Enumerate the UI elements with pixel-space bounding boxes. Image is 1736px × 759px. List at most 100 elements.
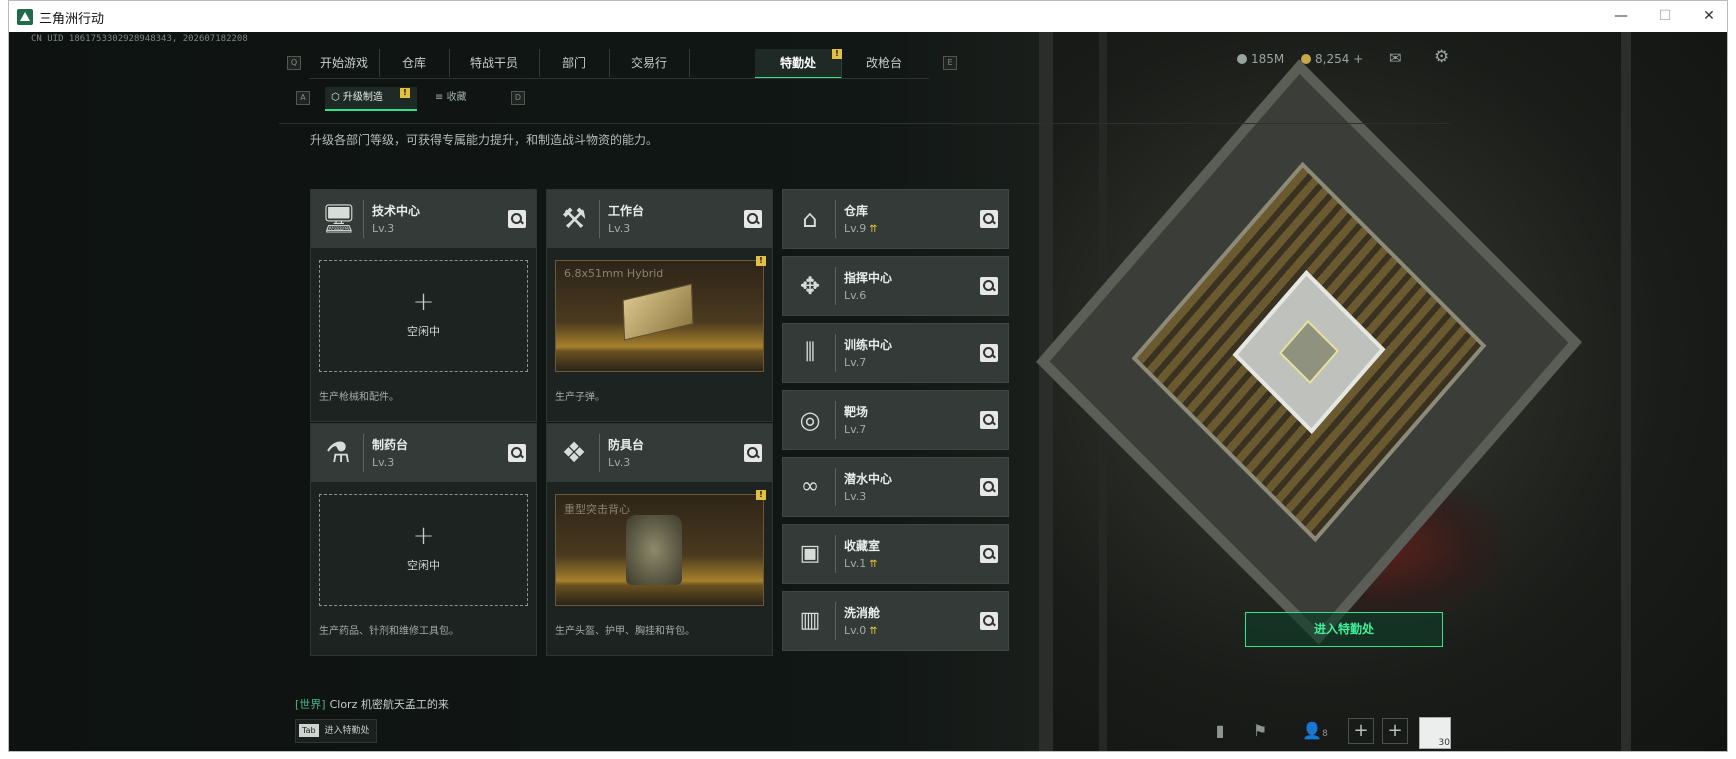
tab-gunsmith[interactable]: 改枪台 [841, 49, 927, 77]
search-icon[interactable] [980, 411, 998, 429]
enter-special-ops-button[interactable]: 进入特勤处 [1245, 612, 1443, 647]
computer-icon: 🖥 [321, 202, 357, 235]
slot-alert-badge: ! [756, 490, 766, 500]
workstation-footer: 生产药品、针剂和维修工具包。 [319, 626, 459, 637]
idle-slot[interactable]: + 空闲中 [319, 494, 528, 606]
idle-status: 空闲中 [407, 325, 440, 338]
facility-warehouse[interactable]: ⌂ 仓库 Lv.9 ⇈ [782, 189, 1009, 249]
search-icon[interactable] [508, 444, 526, 462]
decon-chamber-icon: ▥ [799, 608, 821, 633]
microscope-icon: ⚗ [325, 436, 351, 469]
production-slot[interactable]: 重型突击背心 [555, 494, 764, 606]
avatar[interactable]: 30 [1419, 717, 1451, 749]
subtab-alert-badge: ! [400, 88, 410, 98]
upgrade-arrow-icon: ⇈ [869, 559, 878, 570]
friends-button[interactable]: 👤8 [1295, 720, 1335, 742]
facility-decon-chamber[interactable]: ▥ 洗消舱 Lv.0 ⇈ [782, 591, 1009, 651]
hotkey-d: D [511, 91, 525, 105]
workstation-footer: 生产子弹。 [555, 392, 605, 403]
uid-label: CN UID 1861753302928948343, 202607182208 [31, 34, 248, 44]
search-icon[interactable] [980, 277, 998, 295]
facility-name: 指挥中心 [844, 271, 893, 285]
idle-status: 空闲中 [407, 559, 440, 572]
facility-name: 靶场 [844, 405, 869, 419]
stats-chart-icon[interactable]: ▮ [1209, 720, 1231, 742]
armor-vest-image [626, 515, 682, 585]
dumbbell-icon: ⫼ [804, 340, 816, 365]
workstation-name: 防具台 [608, 438, 645, 452]
search-icon[interactable] [744, 210, 762, 228]
invite-slot-button[interactable]: + [1382, 718, 1408, 744]
game-viewport: CN UID 1861753302928948343, 202607182208… [9, 32, 1727, 751]
facility-name: 收藏室 [844, 539, 881, 553]
maximize-button[interactable]: ☐ [1643, 5, 1687, 27]
search-icon[interactable] [980, 344, 998, 362]
world-chat-line[interactable]: [世界] Clorz 机密航天孟工的来 [295, 696, 449, 712]
workstation-card-armor-bench[interactable]: ❖ 防具台 Lv.3 重型突击背心 ! 生产头盔、护甲、胸挂和背包。 [546, 423, 773, 656]
tab-market[interactable]: 交易行 [609, 49, 690, 77]
tab-operators[interactable]: 特战干员 [449, 49, 540, 77]
workstation-card-pharmacy[interactable]: ⚗ 制药台 Lv.3 + 空闲中 生产药品、针剂和维修工具包。 [310, 423, 537, 656]
workstation-level: Lv.3 [372, 222, 395, 235]
facility-command-center[interactable]: ✥ 指挥中心 Lv.6 [782, 256, 1009, 316]
facility-collection-room[interactable]: ▣ 收藏室 Lv.1 ⇈ [782, 524, 1009, 584]
plus-icon: + [412, 287, 435, 317]
facility-name: 潜水中心 [844, 472, 893, 486]
tab-warehouse[interactable]: 仓库 [379, 49, 450, 77]
hexagon-icon: ⬡ [331, 92, 343, 103]
workstation-footer: 生产头盔、护甲、胸挂和背包。 [555, 626, 695, 637]
tab-hint-button[interactable]: Tab 进入特勤处 [295, 719, 377, 743]
facility-level: Lv.7 [844, 356, 867, 369]
workstation-card-tech-center[interactable]: 🖥 技术中心 Lv.3 + 空闲中 生产枪械和配件。 [310, 189, 537, 422]
chat-user: Clorz [329, 698, 358, 711]
facility-shooting-range[interactable]: ◎ 靶场 Lv.7 [782, 390, 1009, 450]
subtab-label: 收藏 [446, 92, 467, 103]
tab-start-game[interactable]: 开始游戏 [309, 49, 380, 77]
game-window: 三角洲行动 — ☐ ✕ CN UID 1861753302928948343, … [8, 0, 1728, 752]
facility-level: Lv.3 [844, 490, 867, 503]
search-icon[interactable] [980, 612, 998, 630]
trophy-case-icon: ▣ [799, 541, 821, 566]
workstation-card-workbench[interactable]: ⚒ 工作台 Lv.3 6.8x51mm Hybrid ! 生产子弹。 [546, 189, 773, 422]
tab-special-ops[interactable]: 特勤处 [755, 49, 842, 79]
tab-key: Tab [299, 724, 319, 737]
search-icon[interactable] [980, 478, 998, 496]
product-name: 重型突击背心 [564, 503, 630, 516]
upgrade-arrow-icon: ⇈ [869, 224, 878, 235]
facility-training-center[interactable]: ⫼ 训练中心 Lv.7 [782, 323, 1009, 383]
subtab-collection[interactable]: ≡ 收藏 [429, 87, 497, 109]
facility-diving-center[interactable]: ∞ 潜水中心 Lv.3 [782, 457, 1009, 517]
subtab-label: 升级制造 [342, 92, 383, 103]
search-icon[interactable] [980, 545, 998, 563]
cubes-icon: ❖ [561, 436, 587, 469]
avatar-level: 30 [1438, 738, 1450, 748]
workstation-name: 工作台 [608, 204, 645, 218]
app-logo-icon [17, 9, 33, 25]
chat-channel: [世界] [295, 698, 326, 711]
production-slot[interactable]: 6.8x51mm Hybrid [555, 260, 764, 372]
idle-slot[interactable]: + 空闲中 [319, 260, 528, 372]
coin-balance: 185M [1237, 52, 1284, 66]
search-icon[interactable] [980, 210, 998, 228]
tab-departments[interactable]: 部门 [539, 49, 610, 77]
search-icon[interactable] [508, 210, 526, 228]
target-icon: ◎ [799, 406, 821, 434]
facility-level: Lv.0 ⇈ [844, 624, 878, 637]
title-bar: 三角洲行动 — ☐ ✕ [9, 1, 1727, 33]
minimize-button[interactable]: — [1599, 5, 1643, 27]
close-button[interactable]: ✕ [1687, 5, 1727, 27]
tab-hint-label: 进入特勤处 [324, 726, 370, 736]
ammo-box-image [622, 283, 694, 341]
upgrade-arrow-icon: ⇈ [869, 626, 878, 637]
gear-icon[interactable]: ⚙ [1434, 47, 1449, 67]
add-currency-button[interactable]: + [1353, 52, 1363, 66]
token-icon [1301, 54, 1311, 64]
flag-icon[interactable]: ⚑ [1249, 720, 1271, 742]
workstation-level: Lv.3 [372, 456, 395, 469]
coin-icon [1237, 54, 1247, 64]
workstation-name: 制药台 [372, 438, 409, 452]
search-icon[interactable] [744, 444, 762, 462]
friends-icon: 👤 [1302, 721, 1323, 740]
invite-slot-button[interactable]: + [1348, 718, 1374, 744]
mail-icon[interactable]: ✉ [1389, 49, 1402, 67]
